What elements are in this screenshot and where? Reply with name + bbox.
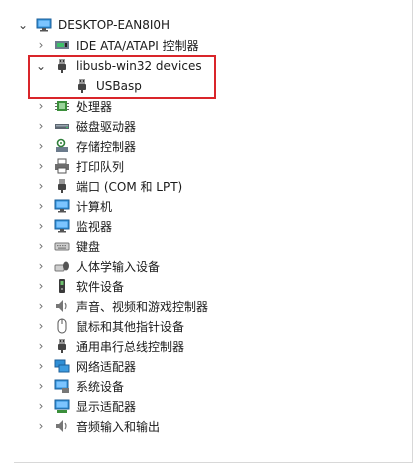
chevron-right-icon[interactable]: › xyxy=(34,356,48,376)
tree-item-label: 声音、视频和游戏控制器 xyxy=(76,299,209,314)
chevron-right-icon[interactable]: › xyxy=(34,116,48,136)
chevron-down-icon[interactable]: ⌄ xyxy=(16,15,30,35)
speaker-icon xyxy=(54,298,70,314)
tree-item-disk-drives[interactable]: › 磁盘驱动器 xyxy=(34,116,136,136)
tree-item-system-devices[interactable]: › 系统设备 xyxy=(34,376,124,396)
tree-item-label: 磁盘驱动器 xyxy=(76,119,137,134)
chevron-right-icon[interactable]: › xyxy=(34,296,48,316)
tree-item-label: 软件设备 xyxy=(76,279,125,294)
storage-controller-icon xyxy=(54,138,70,154)
tree-root[interactable]: ⌄ DESKTOP-EAN8I0H xyxy=(16,15,170,35)
tree-item-mice[interactable]: › 鼠标和其他指针设备 xyxy=(34,316,184,336)
highlight-box xyxy=(28,55,216,99)
chevron-right-icon[interactable]: › xyxy=(34,176,48,196)
tree-item-sound-video-game[interactable]: › 声音、视频和游戏控制器 xyxy=(34,296,208,316)
tree-item-processors[interactable]: › 处理器 xyxy=(34,96,112,116)
ide-controller-icon xyxy=(54,37,70,53)
chevron-right-icon[interactable]: › xyxy=(34,376,48,396)
tree-item-label: 处理器 xyxy=(76,99,113,114)
tree-item-label: 音频输入和输出 xyxy=(76,419,161,434)
disk-drive-icon xyxy=(54,118,70,134)
printer-icon xyxy=(54,158,70,174)
tree-item-ide-controllers[interactable]: › IDE ATA/ATAPI 控制器 xyxy=(34,35,199,55)
monitor-icon xyxy=(54,198,70,214)
tree-item-software-devices[interactable]: › 软件设备 xyxy=(34,276,124,296)
chevron-right-icon[interactable]: › xyxy=(34,216,48,236)
tree-item-label: 键盘 xyxy=(76,239,101,254)
tree-item-label: 监视器 xyxy=(76,219,113,234)
tree-item-usb-controllers[interactable]: › 通用串行总线控制器 xyxy=(34,336,184,356)
mouse-icon xyxy=(54,318,70,334)
tree-item-computer[interactable]: › 计算机 xyxy=(34,196,112,216)
port-icon xyxy=(54,178,70,194)
chevron-right-icon[interactable]: › xyxy=(34,416,48,436)
tree-item-keyboards[interactable]: › 键盘 xyxy=(34,236,100,256)
tree-item-label: 网络适配器 xyxy=(76,359,137,374)
chevron-right-icon[interactable]: › xyxy=(34,316,48,336)
chevron-right-icon[interactable]: › xyxy=(34,256,48,276)
tree-item-label: 计算机 xyxy=(76,199,113,214)
tree-item-label: 鼠标和其他指针设备 xyxy=(76,319,185,334)
chevron-right-icon[interactable]: › xyxy=(34,196,48,216)
tree-item-print-queues[interactable]: › 打印队列 xyxy=(34,156,124,176)
tree-item-label: 系统设备 xyxy=(76,379,125,394)
tree-item-label: IDE ATA/ATAPI 控制器 xyxy=(76,38,199,53)
chevron-right-icon[interactable]: › xyxy=(34,396,48,416)
tree-item-network-adapters[interactable]: › 网络适配器 xyxy=(34,356,136,376)
chevron-right-icon[interactable]: › xyxy=(34,156,48,176)
left-gutter xyxy=(0,0,14,464)
tree-item-label: 端口 (COM 和 LPT) xyxy=(76,179,183,194)
tree-item-label: 存储控制器 xyxy=(76,139,137,154)
chevron-right-icon[interactable]: › xyxy=(34,96,48,116)
chevron-right-icon[interactable]: › xyxy=(34,236,48,256)
chevron-right-icon[interactable]: › xyxy=(34,336,48,356)
tree-item-label: 通用串行总线控制器 xyxy=(76,339,185,354)
keyboard-icon xyxy=(54,238,70,254)
network-adapter-icon xyxy=(54,358,70,374)
tree-item-label: 人体学输入设备 xyxy=(76,259,161,274)
tree-item-label: 打印队列 xyxy=(76,159,125,174)
monitor-icon xyxy=(54,218,70,234)
chevron-right-icon[interactable]: › xyxy=(34,35,48,55)
chevron-right-icon[interactable]: › xyxy=(34,136,48,156)
tree-item-storage-controllers[interactable]: › 存储控制器 xyxy=(34,136,136,156)
tree-item-monitors[interactable]: › 监视器 xyxy=(34,216,112,236)
tree-item-ports[interactable]: › 端口 (COM 和 LPT) xyxy=(34,176,182,196)
audio-io-icon xyxy=(54,418,70,434)
chevron-right-icon[interactable]: › xyxy=(34,276,48,296)
computer-name-label: DESKTOP-EAN8I0H xyxy=(58,18,171,32)
usb-plug-icon xyxy=(54,338,70,354)
tree-item-display-adapters[interactable]: › 显示适配器 xyxy=(34,396,136,416)
hid-icon xyxy=(54,258,70,274)
software-device-icon xyxy=(54,278,70,294)
processor-icon xyxy=(54,98,70,114)
tree-item-hid[interactable]: › 人体学输入设备 xyxy=(34,256,160,276)
computer-icon xyxy=(36,17,52,33)
system-device-icon xyxy=(54,378,70,394)
tree-item-audio-io[interactable]: › 音频输入和输出 xyxy=(34,416,160,436)
tree-item-label: 显示适配器 xyxy=(76,399,137,414)
display-adapter-icon xyxy=(54,398,70,414)
